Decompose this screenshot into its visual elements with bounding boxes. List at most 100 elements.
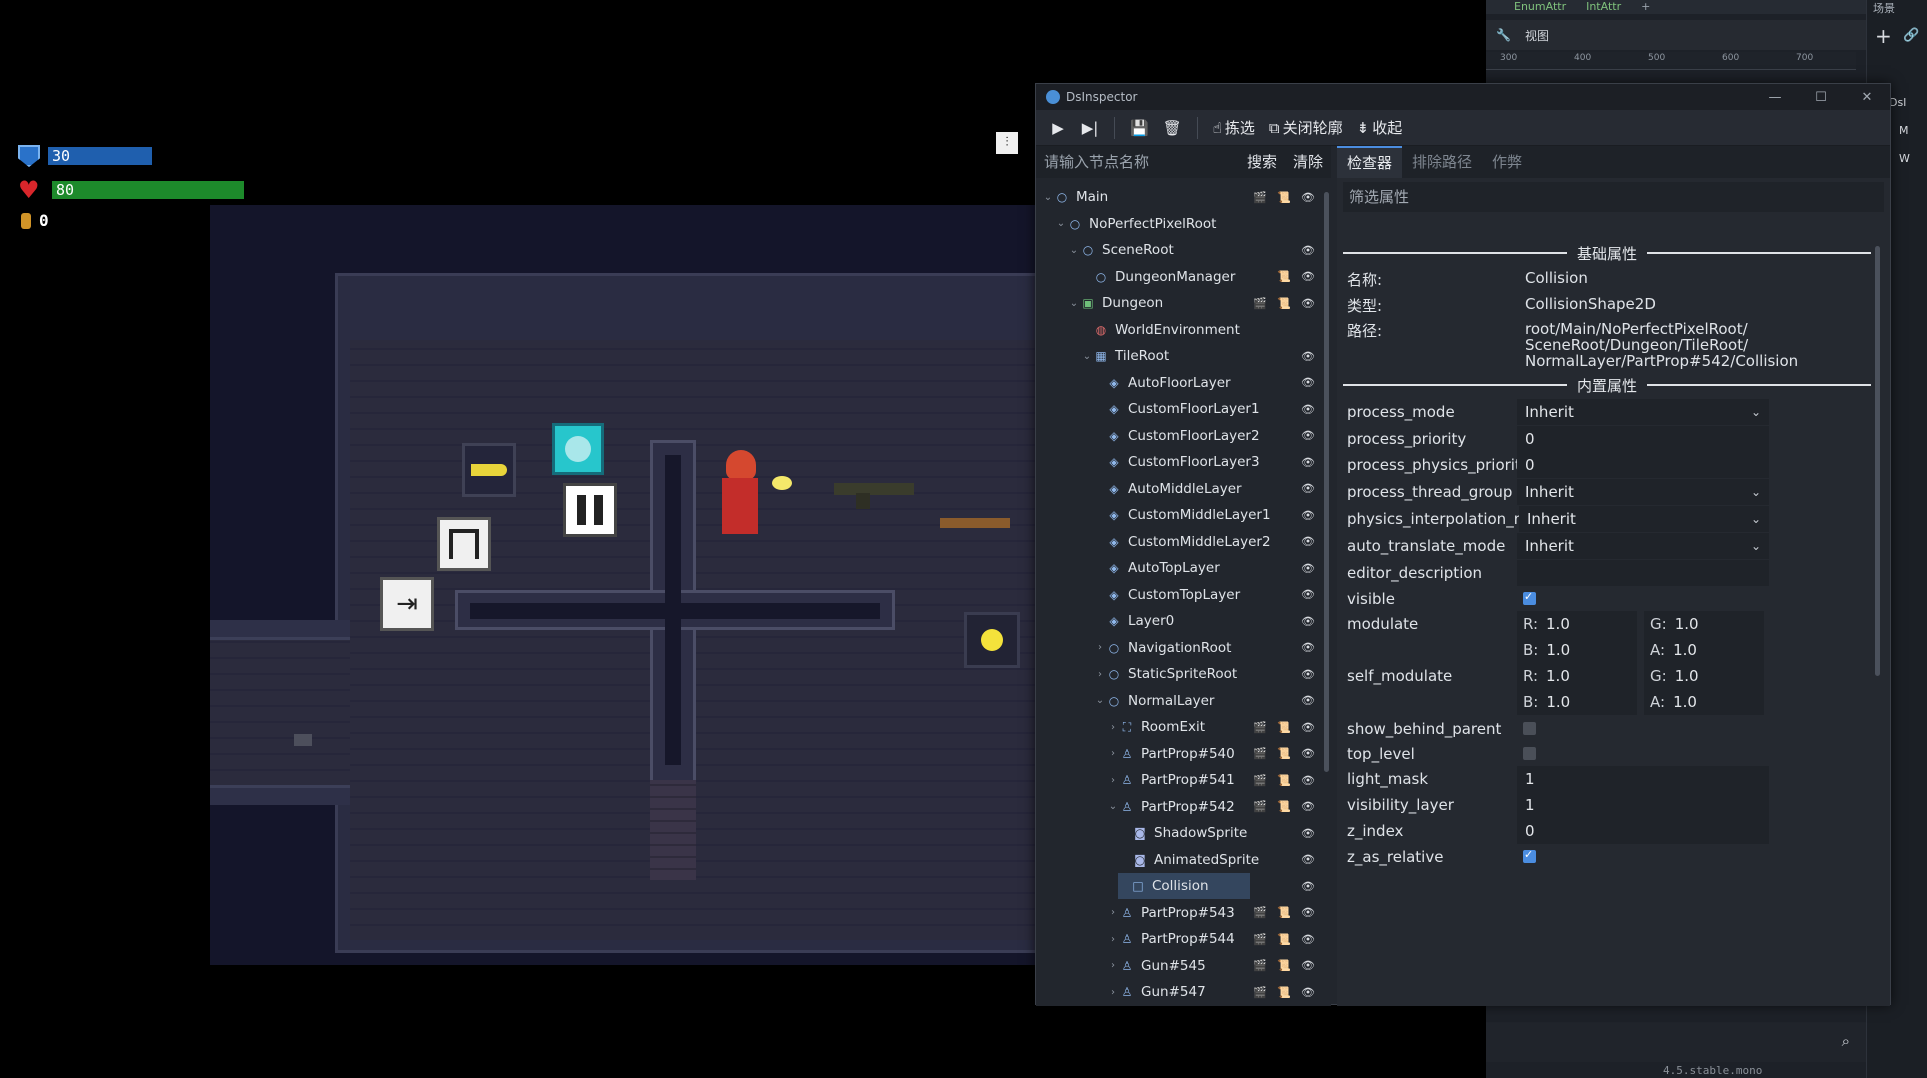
script-icon[interactable] [1276, 587, 1292, 603]
eye-icon[interactable]: 👁 [1300, 189, 1316, 205]
door-prop[interactable] [437, 517, 491, 571]
tree-node[interactable]: › ⛶ RoomExit 🎬 📜 👁 [1036, 714, 1324, 740]
tree-node[interactable]: › ○ StaticSpriteRoot 👁 [1036, 661, 1324, 687]
script-icon[interactable] [1276, 825, 1292, 841]
tab-exclude-path[interactable]: 排除路径 [1402, 146, 1482, 178]
inspector-scrollbar[interactable] [1875, 246, 1880, 676]
script-icon[interactable]: 📜 [1276, 905, 1292, 921]
visible-checkbox[interactable] [1523, 590, 1536, 605]
chevron-right-icon[interactable]: › [1107, 960, 1119, 971]
script-icon[interactable] [1276, 322, 1292, 338]
tree-node[interactable]: ◈ AutoMiddleLayer 👁 [1036, 476, 1324, 502]
instance-scene-icon[interactable] [1252, 269, 1268, 285]
auto-translate-mode-select[interactable]: Inherit ⌄ [1517, 533, 1769, 559]
script-icon[interactable]: 📜 [1276, 719, 1292, 735]
z-index-input[interactable]: 0 [1517, 818, 1769, 844]
tree-node[interactable]: ◈ CustomMiddleLayer1 👁 [1036, 502, 1324, 528]
process-thread-group-select[interactable]: Inherit ⌄ [1517, 479, 1769, 505]
window-titlebar[interactable]: DsInspector — ☐ ✕ [1036, 84, 1890, 110]
light-mask-input[interactable]: 1 [1517, 766, 1769, 792]
instance-scene-icon[interactable]: 🎬 [1252, 719, 1268, 735]
wrench-icon[interactable]: 🔧 [1496, 28, 1511, 42]
script-icon[interactable]: 📜 [1276, 772, 1292, 788]
instance-scene-icon[interactable] [1252, 401, 1268, 417]
eye-icon[interactable]: 👁 [1300, 931, 1316, 947]
modulate-g-input[interactable]: G: 1.0 [1644, 611, 1764, 637]
close-icon[interactable]: ✕ [1844, 90, 1890, 105]
tree-node[interactable]: › ♙ Gun#545 🎬 📜 👁 [1036, 953, 1324, 979]
tab-intattr[interactable]: IntAttr [1586, 0, 1621, 14]
script-icon[interactable] [1276, 507, 1292, 523]
instance-scene-icon[interactable] [1252, 242, 1268, 258]
tree-node[interactable]: ◈ CustomMiddleLayer2 👁 [1036, 529, 1324, 555]
modulate-b-input[interactable]: B: 1.0 [1517, 637, 1637, 663]
script-icon[interactable]: 📜 [1276, 746, 1292, 762]
show-behind-parent-checkbox[interactable] [1523, 722, 1536, 735]
chevron-right-icon[interactable]: › [1107, 722, 1119, 733]
instance-scene-icon[interactable]: 🎬 [1252, 295, 1268, 311]
tree-node[interactable]: ⌄ ○ NoPerfectPixelRoot [1036, 211, 1324, 237]
tree-node[interactable]: ◈ AutoTopLayer 👁 [1036, 555, 1324, 581]
self-modulate-a-input[interactable]: A: 1.0 [1644, 689, 1764, 715]
save-button[interactable]: 💾 [1125, 114, 1154, 142]
tree-node[interactable]: ⌄ ○ Main 🎬 📜 👁 [1036, 184, 1324, 210]
instance-scene-icon[interactable]: 🎬 [1252, 746, 1268, 762]
script-icon[interactable] [1276, 693, 1292, 709]
eye-icon[interactable]: 👁 [1300, 905, 1316, 921]
instance-scene-icon[interactable]: 🎬 [1252, 984, 1268, 1000]
script-icon[interactable]: 📜 [1276, 269, 1292, 285]
bullet-prop[interactable] [462, 443, 516, 497]
script-icon[interactable] [1276, 640, 1292, 656]
tab-cheat[interactable]: 作弊 [1482, 146, 1532, 178]
eye-icon[interactable]: 👁 [1300, 428, 1316, 444]
eye-icon[interactable]: 👁 [1300, 560, 1316, 576]
script-icon[interactable]: 📜 [1276, 295, 1292, 311]
chevron-down-icon[interactable]: ⌄ [1068, 298, 1080, 309]
script-icon[interactable] [1276, 666, 1292, 682]
instance-scene-icon[interactable] [1252, 640, 1268, 656]
tree-node[interactable]: □ Collision 👁 [1118, 873, 1315, 899]
instance-scene-icon[interactable]: 🎬 [1252, 189, 1268, 205]
tree-scrollbar[interactable] [1324, 192, 1329, 772]
chevron-down-icon[interactable]: ⌄ [1055, 218, 1067, 229]
chevron-right-icon[interactable]: › [1107, 987, 1119, 998]
instance-scene-icon[interactable] [1252, 878, 1268, 894]
eye-icon[interactable]: 👁 [1300, 587, 1316, 603]
delete-button[interactable]: 🗑 [1158, 114, 1187, 142]
tree-node[interactable]: ◈ CustomTopLayer 👁 [1036, 582, 1324, 608]
add-node-icon[interactable]: + [1875, 24, 1892, 48]
eye-icon[interactable]: 👁 [1300, 799, 1316, 815]
tab-inspector[interactable]: 检查器 [1337, 146, 1403, 178]
scene-item-m[interactable]: M [1899, 124, 1909, 137]
tree-node[interactable]: ◈ CustomFloorLayer3 👁 [1036, 449, 1324, 475]
script-icon[interactable] [1276, 242, 1292, 258]
eye-icon[interactable]: 👁 [1300, 613, 1316, 629]
process-priority-input[interactable]: 0 [1517, 426, 1769, 452]
instance-scene-icon[interactable] [1252, 825, 1268, 841]
eye-icon[interactable]: 👁 [1300, 481, 1316, 497]
filter-properties-input[interactable]: 筛选属性 [1343, 182, 1884, 212]
instance-scene-icon[interactable] [1252, 322, 1268, 338]
scene-item-w[interactable]: W [1899, 152, 1910, 165]
instance-scene-icon[interactable] [1252, 375, 1268, 391]
chevron-right-icon[interactable]: › [1107, 934, 1119, 945]
eye-icon[interactable]: 👁 [1300, 878, 1316, 894]
tree-node[interactable]: ⌄ ▣ Dungeon 🎬 📜 👁 [1036, 290, 1324, 316]
script-icon[interactable] [1276, 878, 1292, 894]
eye-icon[interactable]: 👁 [1300, 852, 1316, 868]
tree-node[interactable]: ◙ ShadowSprite 👁 [1036, 820, 1324, 846]
self-modulate-r-input[interactable]: R: 1.0 [1517, 663, 1637, 689]
tree-node[interactable]: › ♙ PartProp#544 🎬 📜 👁 [1036, 926, 1324, 952]
instance-scene-icon[interactable] [1252, 534, 1268, 550]
tree-node[interactable]: › ♙ Gun#547 🎬 📜 👁 [1036, 979, 1324, 1004]
chevron-down-icon[interactable]: ⌄ [1068, 245, 1080, 256]
tree-node[interactable]: ◈ CustomFloorLayer2 👁 [1036, 423, 1324, 449]
instance-scene-icon[interactable] [1252, 613, 1268, 629]
exit-prop[interactable]: ⇥ [380, 577, 434, 631]
coin-prop[interactable] [964, 612, 1020, 668]
instance-scene-icon[interactable] [1252, 666, 1268, 682]
script-icon[interactable] [1276, 348, 1292, 364]
tree-node[interactable]: ⌄ ○ NormalLayer 👁 [1036, 688, 1324, 714]
eye-icon[interactable]: 👁 [1300, 507, 1316, 523]
tree-node[interactable]: ○ DungeonManager 📜 👁 [1036, 264, 1324, 290]
